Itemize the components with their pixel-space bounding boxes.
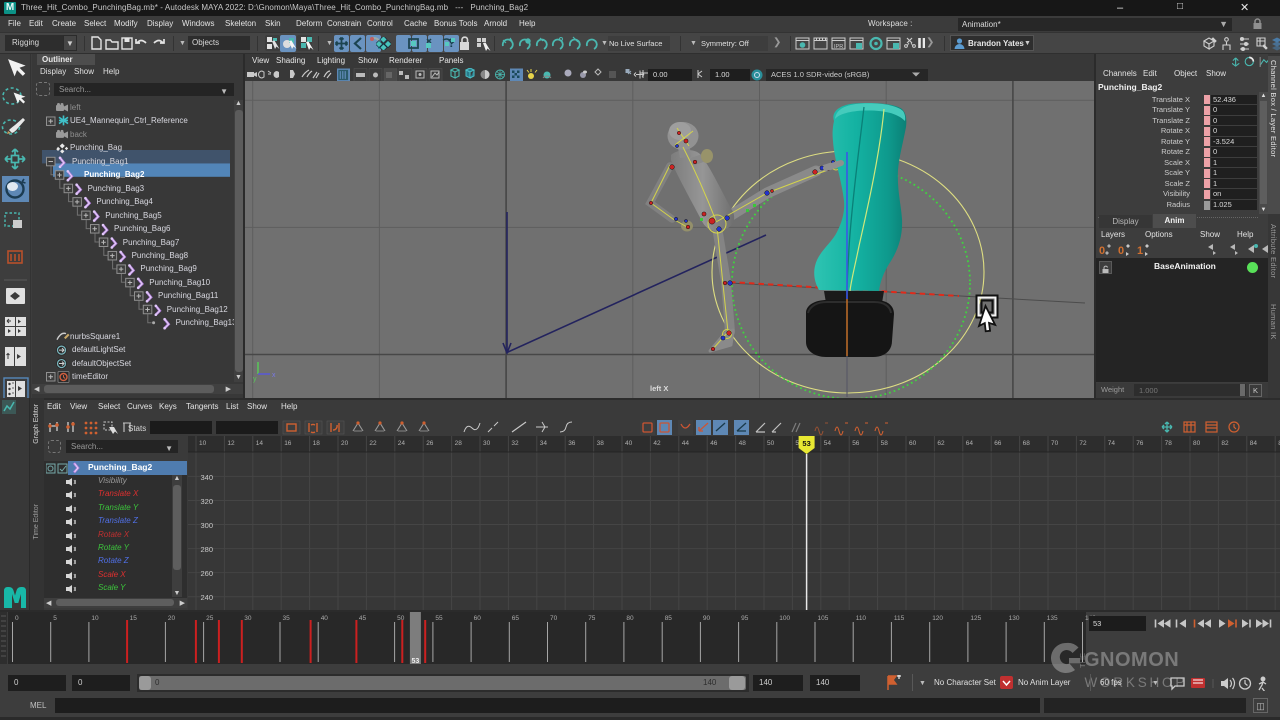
svg-text:120: 120 — [932, 615, 943, 622]
svg-text:80: 80 — [626, 615, 634, 622]
svg-text:50: 50 — [397, 615, 405, 622]
svg-text:12: 12 — [227, 440, 235, 447]
svg-text:40: 40 — [625, 440, 633, 447]
svg-text:48: 48 — [739, 440, 747, 447]
svg-text:10: 10 — [91, 615, 99, 622]
svg-text:14: 14 — [256, 440, 264, 447]
svg-text:35: 35 — [283, 615, 291, 622]
svg-text:22: 22 — [369, 440, 377, 447]
svg-text:42: 42 — [653, 440, 661, 447]
svg-text:66: 66 — [994, 440, 1002, 447]
svg-text:64: 64 — [966, 440, 974, 447]
svg-text:62: 62 — [937, 440, 945, 447]
svg-text:GNOMON: GNOMON — [1084, 649, 1179, 671]
svg-text:26: 26 — [426, 440, 434, 447]
svg-text:320: 320 — [200, 497, 213, 506]
svg-text:78: 78 — [1165, 440, 1173, 447]
svg-text:24: 24 — [398, 440, 406, 447]
svg-text:44: 44 — [682, 440, 690, 447]
svg-text:300: 300 — [200, 521, 213, 530]
svg-text:125: 125 — [970, 615, 981, 622]
svg-text:20: 20 — [168, 615, 176, 622]
svg-text:70: 70 — [550, 615, 558, 622]
svg-text:280: 280 — [200, 545, 213, 554]
svg-text:260: 260 — [200, 569, 213, 578]
svg-text:x: x — [272, 372, 276, 379]
svg-text:34: 34 — [540, 440, 548, 447]
svg-text:16: 16 — [284, 440, 292, 447]
svg-text:10: 10 — [199, 440, 207, 447]
svg-text:55: 55 — [435, 615, 443, 622]
svg-text:240: 240 — [200, 593, 213, 602]
svg-text:5: 5 — [53, 615, 57, 622]
svg-text:56: 56 — [852, 440, 860, 447]
svg-text:54: 54 — [824, 440, 832, 447]
svg-text:28: 28 — [455, 440, 463, 447]
svg-text:ACES 1.0 SDR-video (sRGB): ACES 1.0 SDR-video (sRGB) — [771, 70, 870, 79]
svg-text:70: 70 — [1051, 440, 1059, 447]
svg-text:53: 53 — [1093, 619, 1101, 628]
svg-text:340: 340 — [200, 473, 213, 482]
svg-text:IPR: IPR — [834, 44, 843, 50]
svg-text:58: 58 — [881, 440, 889, 447]
svg-text:25: 25 — [206, 615, 214, 622]
svg-text:85: 85 — [665, 615, 673, 622]
svg-text:Stats: Stats — [128, 424, 146, 433]
svg-text:76: 76 — [1136, 440, 1144, 447]
svg-text:110: 110 — [856, 615, 867, 622]
svg-text:53: 53 — [412, 658, 420, 665]
svg-text:40: 40 — [321, 615, 329, 622]
svg-text:30: 30 — [244, 615, 252, 622]
svg-text:105: 105 — [818, 615, 829, 622]
svg-text:32: 32 — [511, 440, 519, 447]
svg-text:130: 130 — [1009, 615, 1020, 622]
svg-text:74: 74 — [1108, 440, 1116, 447]
svg-text:36: 36 — [568, 440, 576, 447]
svg-text:68: 68 — [1023, 440, 1031, 447]
svg-text:left X: left X — [650, 384, 668, 393]
svg-text:72: 72 — [1079, 440, 1087, 447]
svg-text:80: 80 — [1193, 440, 1201, 447]
svg-text:1: 1 — [1137, 245, 1143, 257]
svg-text:53: 53 — [802, 439, 810, 448]
svg-text:82: 82 — [1221, 440, 1229, 447]
svg-text:84: 84 — [1250, 440, 1258, 447]
svg-text:65: 65 — [512, 615, 520, 622]
svg-text:75: 75 — [588, 615, 596, 622]
svg-text:50: 50 — [767, 440, 775, 447]
svg-text:115: 115 — [894, 615, 905, 622]
svg-text:38: 38 — [597, 440, 605, 447]
svg-text:60: 60 — [909, 440, 917, 447]
svg-text:0: 0 — [1118, 245, 1124, 257]
svg-text:20: 20 — [341, 440, 349, 447]
svg-text:135: 135 — [1047, 615, 1058, 622]
svg-text:0: 0 — [15, 615, 19, 622]
svg-text:46: 46 — [710, 440, 718, 447]
svg-text:100: 100 — [779, 615, 790, 622]
svg-text:30: 30 — [483, 440, 491, 447]
svg-text:0.00: 0.00 — [653, 70, 668, 79]
svg-text:y: y — [253, 376, 257, 383]
svg-text:90: 90 — [703, 615, 711, 622]
svg-text:1.00: 1.00 — [715, 70, 730, 79]
svg-text:15: 15 — [130, 615, 138, 622]
svg-text:95: 95 — [741, 615, 749, 622]
svg-text:45: 45 — [359, 615, 367, 622]
svg-text:60: 60 — [474, 615, 482, 622]
svg-text:0: 0 — [1099, 245, 1105, 257]
svg-text:18: 18 — [313, 440, 321, 447]
